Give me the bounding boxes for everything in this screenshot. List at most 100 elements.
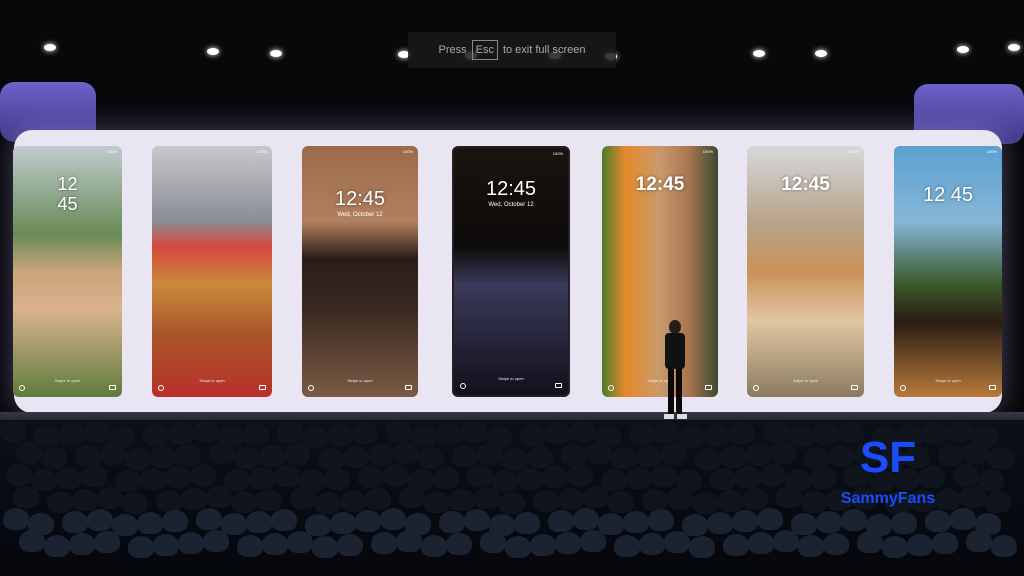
audience-head: [156, 490, 182, 512]
audience-head: [421, 535, 447, 557]
audience-head: [960, 486, 986, 508]
ceiling-light: [753, 50, 765, 57]
status-bar: 100%: [106, 149, 117, 154]
audience-head: [165, 466, 191, 488]
audience-head: [555, 532, 581, 554]
audience-head: [788, 425, 814, 447]
fullscreen-exit-notice: Press Esc to exit full screen: [408, 32, 616, 68]
audience-head: [545, 422, 571, 444]
lockscreen-clock: 12 45: [922, 184, 974, 206]
audience-head: [69, 533, 95, 555]
audience-head: [380, 508, 406, 530]
audience-head: [642, 489, 668, 511]
phone-lockscreen-2: 100% Swipe to open: [152, 146, 272, 397]
audience-head: [704, 424, 730, 446]
audience-head: [692, 492, 718, 514]
audience-head: [467, 465, 493, 487]
status-bar: 100%: [402, 149, 413, 154]
audience-head: [505, 536, 531, 558]
audience-head: [256, 489, 282, 511]
audience-head: [327, 424, 353, 446]
audience-head: [181, 488, 207, 510]
audience-head: [804, 447, 830, 469]
audience-head: [801, 491, 827, 513]
audience-head: [499, 492, 525, 514]
swipe-hint: Swipe to open: [792, 378, 819, 383]
audience-head: [140, 468, 166, 490]
audience-head: [305, 514, 331, 536]
audience-head: [561, 444, 587, 466]
audience-head: [94, 531, 120, 553]
audience-head: [988, 447, 1014, 469]
audience-head: [717, 490, 743, 512]
phone-lockscreen-7: 100% 12 45 Swipe to open: [894, 146, 1002, 397]
camera-icon: [851, 385, 858, 390]
audience-head: [757, 508, 783, 530]
audience-head: [274, 465, 300, 487]
audience-head: [16, 442, 42, 464]
audience-head: [452, 445, 478, 467]
lockscreen-clock: 12:45: [781, 174, 830, 195]
swipe-hint: Swipe to open: [498, 376, 524, 381]
status-bar: 100%: [702, 149, 713, 154]
audience-head: [122, 492, 148, 514]
audience-head: [791, 513, 817, 535]
audience-head: [87, 509, 113, 531]
audience-head: [938, 444, 964, 466]
audience-head: [143, 424, 169, 446]
sammyfans-watermark: SF SammyFans: [838, 436, 938, 508]
logo-name: SammyFans: [840, 490, 936, 507]
audience-head: [128, 536, 154, 558]
audience-head: [196, 508, 222, 530]
audience-head: [352, 422, 378, 444]
audience-head: [480, 531, 506, 553]
audience-head: [56, 467, 82, 489]
audience-head: [823, 533, 849, 555]
swipe-hint: Swipe to open: [199, 378, 225, 383]
camera-icon: [109, 385, 116, 390]
phone-icon: [608, 385, 614, 391]
swipe-hint: Swipe to open: [647, 378, 673, 383]
audience-head: [720, 446, 746, 468]
ceiling-light: [207, 48, 219, 55]
ceiling-light: [44, 44, 56, 51]
audience-head: [760, 464, 786, 486]
audience-head: [262, 533, 288, 555]
audience-head: [315, 492, 341, 514]
audience-head: [985, 491, 1011, 513]
audience-head: [193, 420, 219, 442]
notice-press: Press: [438, 44, 467, 56]
ceiling-light: [270, 50, 282, 57]
audience-head: [966, 530, 992, 552]
audience-head: [358, 466, 384, 488]
audience-head: [530, 534, 556, 556]
logo-mark: SF: [859, 433, 917, 482]
audience-head: [527, 446, 553, 468]
audience-head: [813, 423, 839, 445]
audience-head: [246, 511, 272, 533]
lockscreen-date: Wed, October 12: [488, 202, 534, 208]
audience-head: [841, 509, 867, 531]
status-bar: 100%: [552, 151, 563, 156]
phone-lockscreen-5: 100% 12:45 Swipe to open: [602, 146, 718, 397]
audience-head: [249, 467, 275, 489]
audience-head: [287, 531, 313, 553]
audience-head: [763, 420, 789, 442]
audience-head: [598, 513, 624, 535]
audience-head: [520, 424, 546, 446]
audience-head: [991, 535, 1017, 557]
audience-head: [533, 490, 559, 512]
camera-icon: [259, 385, 266, 390]
audience-head: [558, 488, 584, 510]
audience-head: [449, 489, 475, 511]
audience-head: [446, 533, 472, 555]
audience-head: [34, 425, 60, 447]
audience-head: [206, 486, 232, 508]
audience-head: [19, 530, 45, 552]
audience-head: [950, 508, 976, 530]
audience-head: [396, 530, 422, 552]
audience-head: [682, 514, 708, 536]
audience-head: [748, 532, 774, 554]
phone-lockscreen-1: 100% 12 45 Swipe to open: [13, 146, 122, 397]
audience-head: [601, 469, 627, 491]
